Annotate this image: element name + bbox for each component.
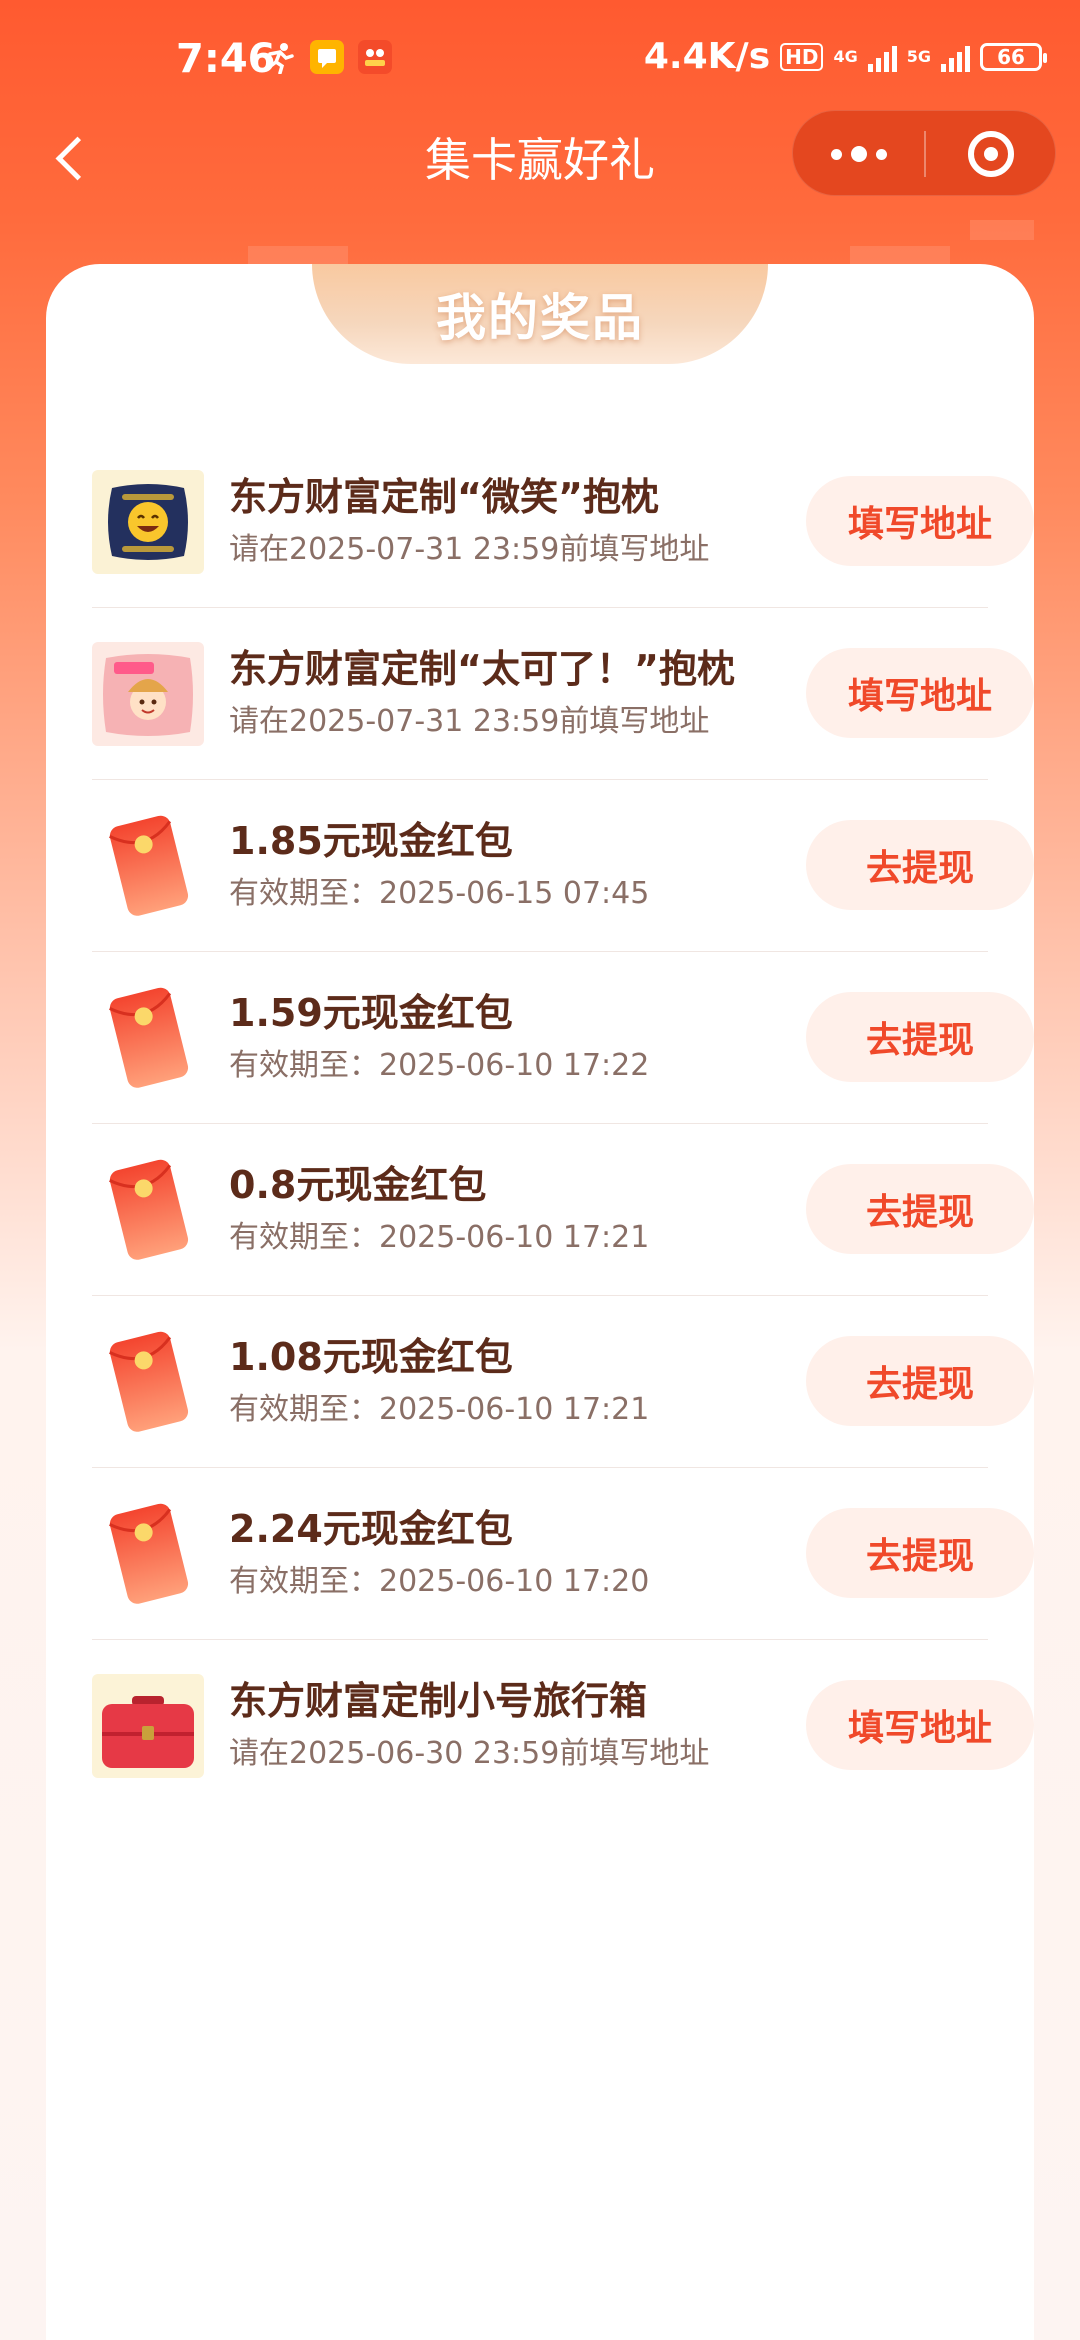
prizes-card: 我的奖品 东方财富定制“微笑”抱枕 请在2025-07-31 23:59前填写地…	[46, 264, 1034, 2340]
prize-row: 1.08元现金红包 有效期至：2025-06-10 17:21 去提现	[92, 1296, 1034, 1468]
target-circle-icon	[968, 131, 1014, 177]
prize-name: 1.59元现金红包	[229, 991, 513, 1035]
prize-name: 东方财富定制“微笑”抱枕	[229, 475, 659, 519]
prize-deadline: 请在2025-06-30 23:59前填写地址	[229, 1736, 710, 1771]
withdraw-button[interactable]: 去提现	[806, 820, 1034, 910]
status-bar: 7:46 4.4K/s HD 4G 5G 66	[0, 0, 1080, 120]
signal-icon	[941, 42, 970, 72]
prize-list: 东方财富定制“微笑”抱枕 请在2025-07-31 23:59前填写地址 填写地…	[92, 436, 1034, 1811]
close-miniprogram-button[interactable]	[925, 111, 1057, 197]
battery-icon: 66	[980, 42, 1047, 71]
running-person-icon	[266, 43, 294, 74]
network-speed: 4.4K/s	[643, 36, 771, 77]
prize-expiry: 有效期至：2025-06-10 17:20	[229, 1564, 650, 1599]
signal-icon	[867, 42, 897, 72]
fill-address-button[interactable]: 填写地址	[806, 648, 1034, 738]
prize-expiry: 有效期至：2025-06-10 17:21	[229, 1392, 650, 1427]
prize-name: 东方财富定制小号旅行箱	[229, 1679, 648, 1723]
card-title: 我的奖品	[436, 289, 644, 347]
more-dots-icon	[876, 148, 887, 160]
prize-name: 2.24元现金红包	[229, 1507, 513, 1551]
status-notification-icons	[262, 40, 392, 74]
fill-address-button[interactable]: 填写地址	[806, 476, 1034, 566]
message-app-icon	[310, 40, 344, 74]
prize-row: 东方财富定制“微笑”抱枕 请在2025-07-31 23:59前填写地址 填写地…	[92, 436, 1034, 608]
status-time: 7:46	[176, 36, 276, 82]
nav-bar: 集卡赢好礼	[0, 110, 1080, 210]
status-right-group: 4.4K/s HD 4G 5G 66	[643, 36, 1047, 77]
background-decoration	[248, 246, 348, 266]
withdraw-button[interactable]: 去提现	[806, 992, 1034, 1082]
suitcase-icon	[92, 1674, 204, 1778]
pillow-icon	[92, 470, 204, 574]
red-envelope-icon	[92, 986, 204, 1090]
prize-expiry: 有效期至：2025-06-10 17:21	[229, 1220, 650, 1255]
prize-row: 东方财富定制“太可了！”抱枕 请在2025-07-31 23:59前填写地址 填…	[92, 608, 1034, 780]
prize-name: 0.8元现金红包	[229, 1163, 487, 1207]
withdraw-button[interactable]: 去提现	[806, 1508, 1034, 1598]
prize-expiry: 有效期至：2025-06-15 07:45	[229, 876, 650, 911]
prize-name: 1.08元现金红包	[229, 1335, 513, 1379]
prize-row: 0.8元现金红包 有效期至：2025-06-10 17:21 去提现	[92, 1124, 1034, 1296]
pillow-icon	[92, 642, 204, 746]
network-type-4g: 4G	[833, 46, 858, 66]
red-envelope-icon	[92, 814, 204, 918]
prize-deadline: 请在2025-07-31 23:59前填写地址	[229, 532, 710, 567]
network-type-5g: 5G	[906, 46, 931, 66]
card-title-tab: 我的奖品	[312, 264, 768, 364]
shopping-app-icon	[358, 40, 392, 74]
prize-row: 1.85元现金红包 有效期至：2025-06-15 07:45 去提现	[92, 780, 1034, 952]
background-decoration	[970, 220, 1034, 240]
prize-deadline: 请在2025-07-31 23:59前填写地址	[229, 704, 710, 739]
red-envelope-icon	[92, 1502, 204, 1606]
background-decoration	[850, 246, 950, 266]
prize-expiry: 有效期至：2025-06-10 17:22	[229, 1048, 650, 1083]
red-envelope-icon	[92, 1330, 204, 1434]
hd-badge: HD	[780, 42, 824, 71]
withdraw-button[interactable]: 去提现	[806, 1164, 1034, 1254]
more-dots-icon	[831, 148, 842, 160]
prize-name: 1.85元现金红包	[229, 819, 513, 863]
withdraw-button[interactable]: 去提现	[806, 1336, 1034, 1426]
red-envelope-icon	[92, 1158, 204, 1262]
prize-row: 东方财富定制小号旅行箱 请在2025-06-30 23:59前填写地址 填写地址	[92, 1640, 1034, 1811]
more-button[interactable]	[793, 111, 925, 197]
fill-address-button[interactable]: 填写地址	[806, 1680, 1034, 1770]
miniprogram-capsule	[792, 110, 1056, 196]
prize-name: 东方财富定制“太可了！”抱枕	[229, 647, 735, 691]
more-dots-icon	[851, 146, 867, 162]
prize-row: 2.24元现金红包 有效期至：2025-06-10 17:20 去提现	[92, 1468, 1034, 1640]
prize-row: 1.59元现金红包 有效期至：2025-06-10 17:22 去提现	[92, 952, 1034, 1124]
